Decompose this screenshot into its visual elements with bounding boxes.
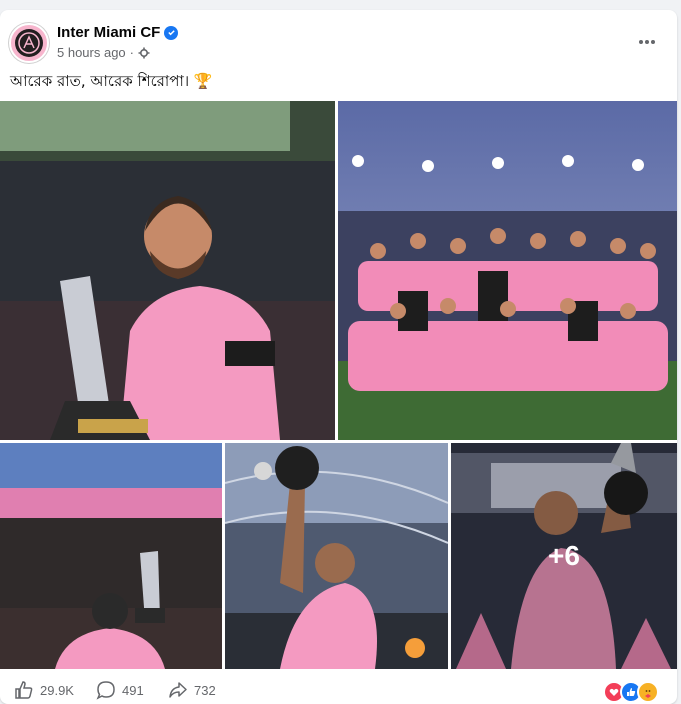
more-options-button[interactable] <box>635 30 659 54</box>
post-meta: 5 hours ago · <box>57 45 150 60</box>
like-button[interactable]: 29.9K <box>14 680 74 700</box>
share-count: 732 <box>194 682 216 698</box>
verified-badge-icon <box>164 25 179 40</box>
post-header: Inter Miami CF 5 hours ago · <box>0 10 677 66</box>
more-photos-overlay[interactable]: +6 <box>451 443 677 669</box>
heron-logo-icon <box>15 29 43 57</box>
photo-3-image <box>0 443 222 669</box>
photo-grid: +6 <box>0 101 677 669</box>
page-avatar[interactable] <box>9 23 49 63</box>
share-arrow-icon <box>169 682 187 698</box>
photo-3[interactable] <box>0 443 222 669</box>
post-card: Inter Miami CF 5 hours ago · আরেক রাত, আ… <box>0 10 677 704</box>
photo-4[interactable] <box>225 443 448 669</box>
more-dots-icon <box>639 40 655 44</box>
post-caption: আরেক রাত, আরেক শিরোপা। 🏆 <box>10 72 213 90</box>
photo-2-image <box>338 101 677 440</box>
meta-separator: · <box>129 45 135 60</box>
reaction-summary[interactable] <box>603 681 659 703</box>
post-time[interactable]: 5 hours ago <box>57 45 126 60</box>
comment-count: 491 <box>122 682 144 698</box>
photo-1-image <box>0 101 335 440</box>
photo-2[interactable] <box>338 101 677 440</box>
author-name-text[interactable]: Inter Miami CF <box>57 24 160 41</box>
comment-button[interactable]: 491 <box>96 680 144 700</box>
post-footer: 29.9K 491 732 <box>0 676 677 704</box>
photo-4-image <box>225 443 448 669</box>
like-count: 29.9K <box>40 682 74 698</box>
photo-1[interactable] <box>0 101 335 440</box>
comment-bubble-icon <box>96 681 115 700</box>
author-name[interactable]: Inter Miami CF <box>57 24 179 41</box>
photo-5[interactable]: +6 <box>451 443 677 669</box>
audience-gear-icon[interactable] <box>138 47 150 59</box>
care-reaction-icon <box>637 681 659 703</box>
thumbs-up-icon <box>15 681 33 699</box>
share-button[interactable]: 732 <box>168 680 216 700</box>
